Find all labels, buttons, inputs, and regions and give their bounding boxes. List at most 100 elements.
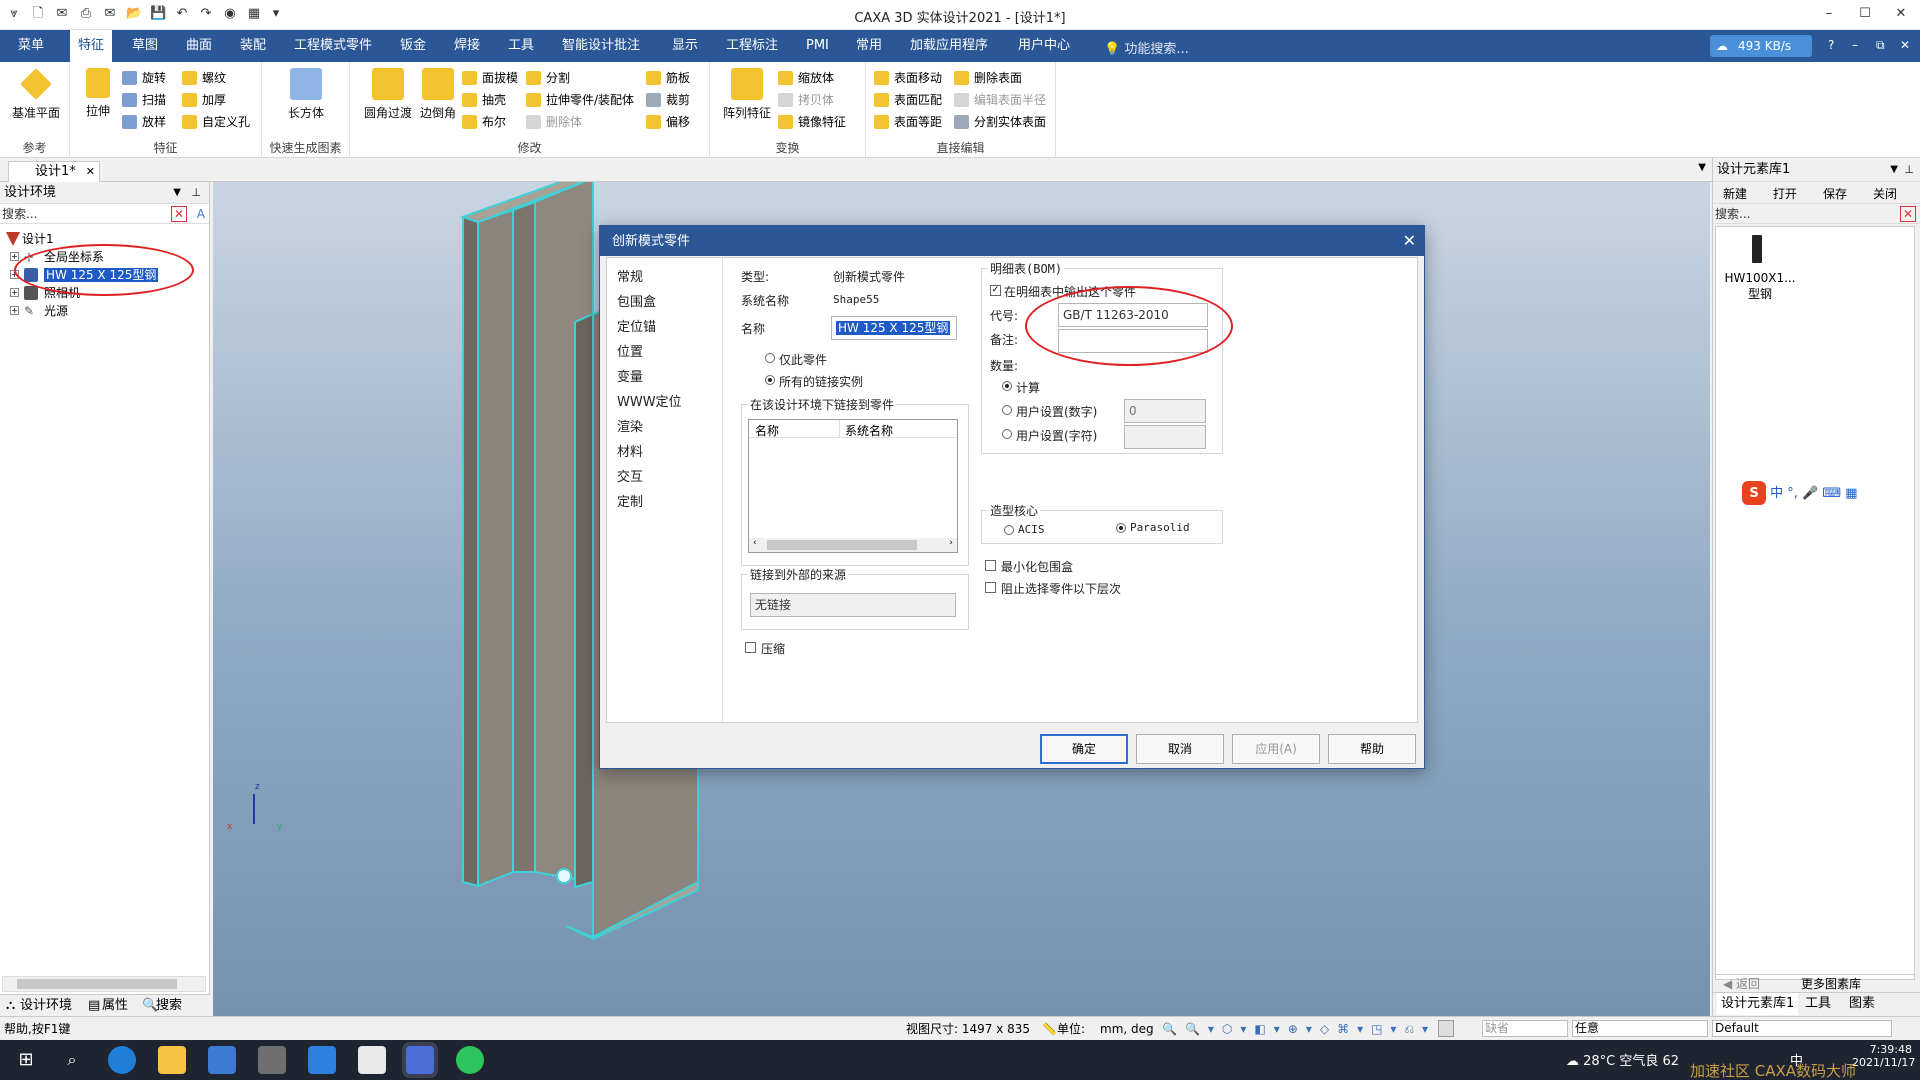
maximize-button[interactable]: ☐ [1850,4,1880,24]
dialog-close-icon[interactable]: ✕ [1403,228,1416,254]
face-move-button[interactable]: 表面移动 [874,68,942,88]
unit-value[interactable]: mm, deg [1100,1017,1154,1041]
steel-item-label[interactable]: HW100X1... 型钢 [1720,271,1800,302]
nav-render[interactable]: 渲染 [617,416,643,435]
reference-plane-button[interactable]: 基准平面 [6,68,66,121]
expand-icon[interactable]: + [10,288,19,297]
close-library-button[interactable]: 关闭 [1873,185,1897,202]
tab-search[interactable]: 🔍 搜索 [140,997,182,1015]
panel-menu-icon[interactable]: ▼ [173,182,181,204]
tree-root-design1[interactable]: 设计1 [2,230,54,248]
pattern-button[interactable]: 阵列特征 [718,68,776,121]
bom-output-checkbox[interactable]: ✓ [990,285,1001,296]
open-library-button[interactable]: 打开 [1773,185,1797,202]
qty-user-number-radio[interactable] [1002,405,1012,415]
pin-icon[interactable]: ⊥ [191,182,201,204]
minimize-button[interactable]: – [1814,4,1844,24]
name-input[interactable]: HW 125 X 125型钢 [831,316,957,340]
tab-surface[interactable]: 曲面 [178,30,220,62]
scroll-left-icon[interactable]: ‹ [753,538,757,548]
extrude-part-button[interactable]: 拉伸零件/装配体 [526,90,634,110]
revolve-button[interactable]: 旋转 [122,68,166,88]
only-part-radio[interactable] [765,353,775,363]
min-bbox-checkbox[interactable] [985,560,996,571]
ribbon-minimize-icon[interactable]: – [1852,38,1858,52]
qty-calc-radio[interactable] [1002,381,1012,391]
split-button[interactable]: 分割 [526,68,570,88]
tab-assembly[interactable]: 装配 [232,30,274,62]
caxa-app-icon[interactable] [406,1046,434,1074]
windows-start-icon[interactable]: ⊞ [12,1046,40,1074]
weather[interactable]: ☁ 28°C 空气良 62 [1566,1050,1679,1069]
nav-custom[interactable]: 定制 [617,491,643,510]
qty-string-input[interactable] [1124,425,1206,449]
loft-button[interactable]: 放样 [122,112,166,132]
all-linked-radio[interactable] [765,375,775,385]
scroll-right-icon[interactable]: › [949,538,953,548]
boolean-button[interactable]: 布尔 [462,112,506,132]
nav-variables[interactable]: 变量 [617,366,643,385]
cancel-button[interactable]: 取消 [1136,734,1224,764]
tab-engineering-annotation[interactable]: 工程标注 [718,30,786,62]
ribbon-close-icon[interactable]: ✕ [1900,38,1910,52]
chamfer-button[interactable]: 边倒角 [416,68,460,121]
col-system-name[interactable]: 系统名称 [845,422,893,439]
file-explorer-icon[interactable] [158,1046,186,1074]
edge-icon[interactable] [108,1046,136,1074]
tab-tools[interactable]: 工具 [500,30,542,62]
search-options-icon[interactable]: A [197,204,205,224]
tab-smart-annotation[interactable]: 智能设计批注 [554,30,648,62]
nav-material[interactable]: 材料 [617,441,643,460]
ime-toolbar[interactable]: S 中 °, 🎤 ⌨ ▦ [1742,481,1890,507]
thread-button[interactable]: 螺纹 [182,68,226,88]
shell-button[interactable]: 抽壳 [462,90,506,110]
help-button[interactable]: 帮助 [1328,734,1416,764]
scrollbar-thumb[interactable] [767,540,917,550]
nav-anchor[interactable]: 定位锚 [617,316,656,335]
extrude-button[interactable]: 拉伸 [78,68,118,119]
qty-number-input[interactable]: 0 [1124,399,1206,423]
tab-feature[interactable]: 特征 [70,30,113,62]
steel-item-thumbnail[interactable] [1752,235,1762,263]
more-libraries-button[interactable]: 更多图素库 [1801,975,1861,993]
face-match-button[interactable]: 表面匹配 [874,90,942,110]
tab-engineering-part[interactable]: 工程模式零件 [286,30,380,62]
delete-face-button[interactable]: 删除表面 [954,68,1022,88]
tab-menu[interactable]: 菜单 [10,30,52,62]
tab-sketch[interactable]: 草图 [124,30,166,62]
tree-search-input[interactable]: 搜索... ✕ A [0,204,209,224]
tab-tools-lib[interactable]: 工具 [1805,993,1831,1015]
thicken-button[interactable]: 加厚 [182,90,226,110]
nav-interaction[interactable]: 交互 [617,466,643,485]
wechat-icon[interactable] [456,1046,484,1074]
search-icon[interactable]: ⌕ [58,1046,86,1074]
tab-display[interactable]: 显示 [664,30,706,62]
fillet-button[interactable]: 圆角过渡 [360,68,416,121]
block-below-checkbox[interactable] [985,582,996,593]
notepad-icon[interactable] [358,1046,386,1074]
tree-item-light[interactable]: + ✎ 光源 [10,302,68,320]
cursor-select-icon[interactable] [1438,1020,1454,1037]
linked-parts-list[interactable]: 名称 系统名称 ‹ › [748,419,958,553]
nav-general[interactable]: 常规 [617,266,643,285]
expand-icon[interactable]: + [10,252,19,261]
selection-mode-combo[interactable]: 任意 [1572,1020,1708,1037]
qty-user-string-radio[interactable] [1002,429,1012,439]
expand-icon[interactable]: + [10,306,19,315]
rib-button[interactable]: 筋板 [646,68,690,88]
calculator-icon[interactable] [258,1046,286,1074]
edit-face-radius-button[interactable]: 编辑表面半径 [954,90,1046,110]
view-tools-icons[interactable]: 🔍🔍▾⬡▾◧▾⊕▾◇⌘▾◳▾⎌▾ [1162,1017,1436,1041]
list-horizontal-scrollbar[interactable]: ‹ › [749,538,957,552]
tab-pmi[interactable]: PMI [798,30,837,62]
close-button[interactable]: ✕ [1886,4,1916,24]
help-icon[interactable]: ? [1828,38,1834,52]
scale-body-button[interactable]: 缩放体 [778,68,834,88]
style-combo[interactable]: Default [1712,1020,1892,1037]
custom-hole-button[interactable]: 自定义孔 [182,112,250,132]
apply-button[interactable]: 应用(A) [1232,734,1320,764]
ribbon-restore-icon[interactable]: ⧉ [1876,38,1885,53]
trim-button[interactable]: 裁剪 [646,90,690,110]
scrollbar-thumb[interactable] [17,979,177,989]
tab-library1[interactable]: 设计元素库1 [1717,993,1799,1015]
